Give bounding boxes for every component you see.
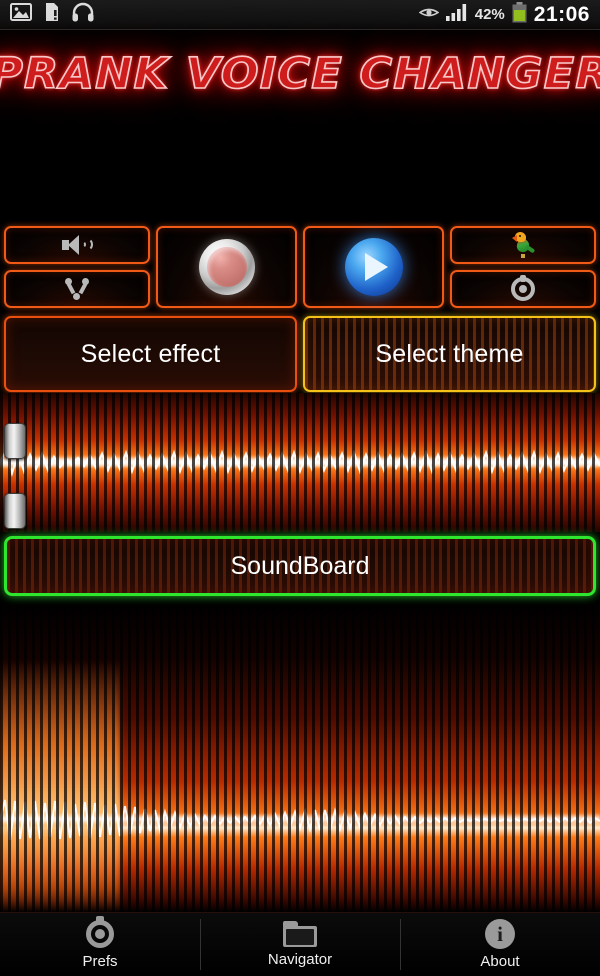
waveform-display-bottom[interactable] — [0, 600, 600, 912]
nav-item-about[interactable]: i About — [400, 913, 600, 976]
parrot-icon — [510, 232, 536, 258]
slider-thumb-pitch[interactable] — [4, 423, 26, 459]
play-icon — [344, 238, 403, 296]
gear-icon — [85, 916, 115, 949]
waveform-zigzag — [0, 448, 600, 477]
image-icon — [10, 3, 32, 26]
soundboard-button[interactable]: SoundBoard — [4, 536, 596, 596]
battery-icon — [512, 1, 527, 28]
nav-item-label: Navigator — [267, 951, 333, 968]
parrot-button[interactable] — [450, 226, 596, 264]
status-bar: 42% 21:06 — [0, 0, 600, 30]
speaker-button[interactable] — [4, 226, 150, 264]
app-screen: 42% 21:06 PRANK VOICE CHANGER Select eff… — [0, 0, 600, 976]
transport-controls — [0, 226, 600, 308]
left-icon-button-column — [4, 226, 150, 308]
select-effect-button[interactable]: Select effect — [4, 316, 297, 392]
settings-button[interactable] — [450, 270, 596, 308]
gear-icon — [511, 275, 535, 301]
status-bar-right-icons: 42% 21:06 — [418, 1, 590, 28]
record-button[interactable] — [156, 226, 297, 308]
clock-label: 21:06 — [533, 3, 590, 26]
nav-item-label: About — [480, 953, 520, 970]
nav-item-navigator[interactable]: Navigator — [200, 913, 400, 976]
speaker-icon — [62, 235, 93, 255]
sim-card-alert-icon — [43, 2, 61, 27]
waveform-left-burst — [0, 660, 120, 912]
share-button[interactable] — [4, 270, 150, 308]
right-icon-button-column — [450, 226, 596, 308]
share-nodes-icon — [65, 278, 89, 300]
waveform-display-top[interactable] — [0, 393, 600, 532]
battery-percent-label: 42% — [474, 6, 505, 23]
record-icon — [198, 239, 255, 295]
status-bar-left-icons — [10, 2, 94, 27]
headphones-icon — [72, 2, 94, 27]
play-button[interactable] — [303, 226, 444, 308]
page-title: PRANK VOICE CHANGER — [0, 48, 600, 100]
signal-bars-icon — [445, 3, 468, 26]
selector-row: Select effect Select theme — [0, 316, 600, 392]
slider-thumb-tempo[interactable] — [4, 493, 26, 529]
folder-icon — [283, 921, 317, 947]
app-logo: PRANK VOICE CHANGER — [0, 38, 600, 110]
eye-icon — [418, 6, 440, 24]
bottom-navigation-bar: Prefs Navigator i About — [0, 912, 600, 976]
waveform-zigzag — [0, 799, 600, 841]
nav-item-label: Prefs — [82, 953, 118, 970]
info-icon: i — [485, 919, 515, 949]
select-theme-button[interactable]: Select theme — [303, 316, 596, 392]
nav-item-prefs[interactable]: Prefs — [0, 913, 200, 976]
